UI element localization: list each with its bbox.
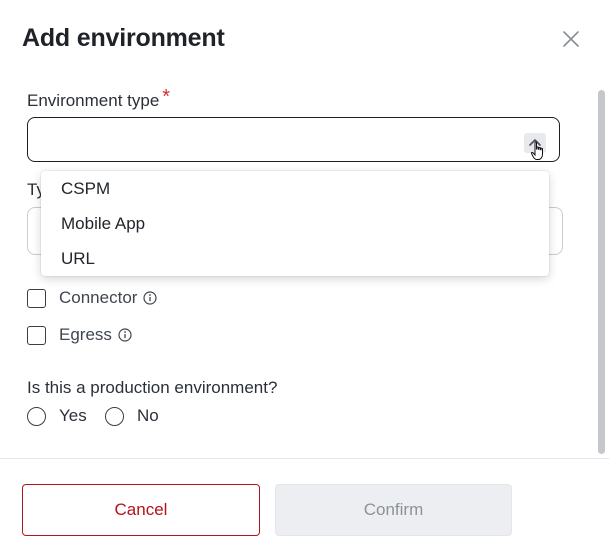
connector-row: Connector: [27, 287, 158, 309]
radio-yes[interactable]: [27, 406, 46, 426]
radio-no-row: No: [105, 406, 159, 426]
egress-checkbox[interactable]: [27, 325, 46, 345]
scrollbar[interactable]: [596, 88, 606, 456]
scrollbar-thumb[interactable]: [598, 90, 605, 454]
radio-yes-label: Yes: [59, 406, 87, 425]
environment-type-select[interactable]: [27, 117, 560, 162]
dialog-title: Add environment: [22, 24, 225, 52]
required-asterisk: *: [162, 86, 171, 108]
option-cspm[interactable]: CSPM: [41, 172, 549, 206]
close-icon[interactable]: [560, 28, 582, 50]
environment-type-dropdown: CSPM Mobile App URL: [41, 171, 549, 276]
info-icon[interactable]: [143, 291, 158, 305]
radio-no[interactable]: [105, 406, 124, 426]
connector-label: Connector: [59, 288, 138, 307]
footer-divider: [0, 458, 609, 459]
add-environment-dialog: Add environment Environment type * Ty CSP…: [0, 0, 609, 560]
environment-type-label: Environment type *: [27, 86, 171, 112]
hand-cursor-icon: [530, 141, 543, 160]
option-url[interactable]: URL: [41, 242, 549, 276]
info-icon[interactable]: [118, 328, 132, 342]
environment-type-label-text: Environment type: [27, 91, 160, 110]
connector-checkbox[interactable]: [27, 288, 46, 308]
egress-row: Egress: [27, 324, 132, 346]
confirm-button[interactable]: Confirm: [275, 484, 512, 536]
radio-no-label: No: [137, 406, 159, 425]
production-question: Is this a production environment?: [27, 378, 278, 397]
radio-yes-row: Yes: [27, 406, 87, 426]
cancel-button[interactable]: Cancel: [22, 484, 260, 536]
option-mobile-app[interactable]: Mobile App: [41, 207, 549, 241]
egress-label: Egress: [59, 325, 112, 344]
